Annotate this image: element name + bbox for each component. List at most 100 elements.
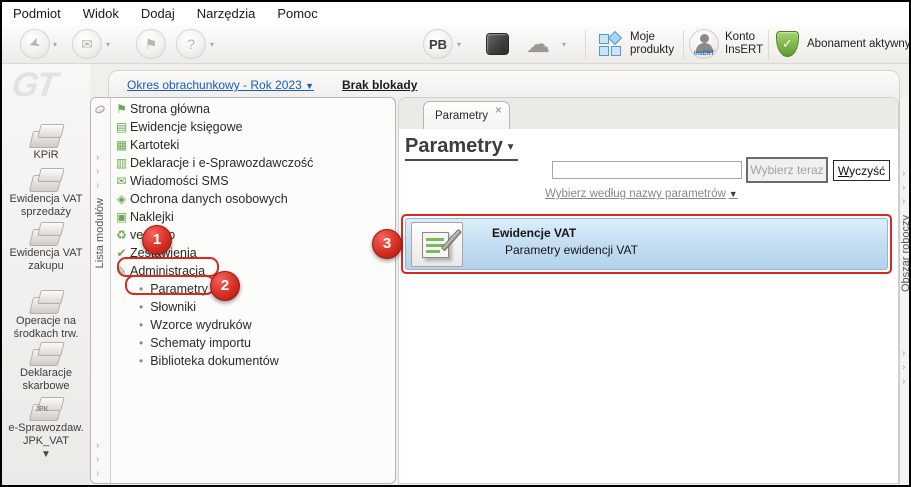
filter-dropdown-icon: ▼ bbox=[729, 189, 738, 199]
user-badge[interactable]: PB bbox=[423, 29, 453, 59]
module-ewidencja-vat-zakupu[interactable]: Ewidencja VAT zakupu bbox=[2, 220, 90, 273]
tree-item-vendero[interactable]: ♻vendero bbox=[113, 226, 175, 244]
tree-item-administracja[interactable]: ✎Administracja bbox=[113, 262, 205, 280]
menu-bar: PodmiotWidokDodajNarzędziaPomoc bbox=[2, 2, 909, 26]
gt-logo: GT bbox=[9, 66, 58, 105]
user-dropdown-icon[interactable]: ▾ bbox=[457, 40, 461, 49]
chevron-icon: › bbox=[96, 441, 99, 451]
menu-widok[interactable]: Widok bbox=[72, 2, 130, 25]
chevron-icon: › bbox=[96, 153, 99, 163]
toolbar-separator bbox=[585, 30, 586, 60]
insert-avatar-caption: InsERT bbox=[690, 51, 718, 57]
obszar-roboczy-strip[interactable]: › › › Obszar roboczy › › › bbox=[899, 97, 911, 484]
chevron-icon: › bbox=[96, 181, 99, 191]
tree-item-naklejki[interactable]: ▣Naklejki bbox=[113, 208, 174, 226]
chevron-icon: › bbox=[902, 349, 905, 359]
reports-icon: ✔ bbox=[113, 244, 130, 262]
result-ewidencje-vat[interactable]: Ewidencje VAT Parametry ewidencji VAT bbox=[405, 218, 888, 270]
cloud-dropdown-icon[interactable]: ▾ bbox=[562, 40, 566, 49]
labels-icon: ▣ bbox=[113, 208, 130, 226]
envelope-icon[interactable]: ✉ bbox=[72, 29, 102, 59]
chevron-icon: › bbox=[902, 183, 905, 193]
tree-item-ochrona-danych[interactable]: ◈Ochrona danych osobowych bbox=[113, 190, 288, 208]
okres-obrachunkowy-link[interactable]: Okres obrachunkowy - Rok 2023 ▼ bbox=[127, 78, 314, 92]
vendero-icon: ♻ bbox=[113, 226, 130, 244]
obszar-roboczy-label: Obszar roboczy bbox=[900, 215, 911, 292]
tree-item-parametry[interactable]: Parametry bbox=[139, 280, 208, 298]
ledger-icon: ▤ bbox=[113, 118, 130, 136]
pin-icon[interactable] bbox=[94, 104, 106, 115]
help-dropdown-icon[interactable]: ▾ bbox=[210, 40, 214, 49]
result-subtitle: Parametry ewidencji VAT bbox=[505, 243, 638, 257]
jpk-icon: JPK bbox=[27, 395, 65, 421]
tab-parametry[interactable]: Parametry bbox=[423, 101, 510, 130]
tree-item-deklaracje[interactable]: ▥Deklaracje i e-Sprawozdawczość bbox=[113, 154, 313, 172]
tree-item-zestawienia[interactable]: ✔Zestawienia bbox=[113, 244, 197, 262]
okres-dropdown-icon: ▼ bbox=[305, 81, 314, 91]
cube-icon[interactable] bbox=[486, 33, 509, 55]
module-kpir[interactable]: KPiR bbox=[2, 122, 90, 162]
chevron-icon: › bbox=[96, 455, 99, 465]
menu-pomoc[interactable]: Pomoc bbox=[266, 2, 328, 25]
data-shield-icon: ◈ bbox=[113, 190, 130, 208]
menu-podmiot[interactable]: Podmiot bbox=[2, 2, 72, 25]
tree-item-kartoteki[interactable]: ▦Kartoteki bbox=[113, 136, 179, 154]
app-window: PodmiotWidokDodajNarzędziaPomoc ➤ ▾ ✉ ▾ … bbox=[0, 0, 911, 487]
tree-item-ewidencje-ksiegowe[interactable]: ▤Ewidencje księgowe bbox=[113, 118, 243, 136]
abonament-label: Abonament aktywny bbox=[807, 38, 911, 51]
title-dropdown-icon: ▼ bbox=[503, 142, 516, 153]
chevron-icon: › bbox=[902, 169, 905, 179]
lista-modulow-strip[interactable]: › › › Lista modułów › › › bbox=[91, 98, 111, 483]
konto-insert-label[interactable]: Konto InsERT bbox=[725, 31, 771, 57]
wyczysc-button[interactable]: Wyczyść bbox=[833, 160, 890, 181]
declarations-icon: ▥ bbox=[113, 154, 130, 172]
toolbar: ➤ ▾ ✉ ▾ ⚑ ? ▾ PB ▾ ☁ ▾ Moje produkty Ins… bbox=[2, 26, 909, 64]
cloud-icon[interactable]: ☁ bbox=[526, 30, 550, 59]
module-ewidencja-vat-sprzedazy[interactable]: Ewidencja VAT sprzedaży bbox=[2, 166, 90, 219]
deklaracje-skarbowe-icon bbox=[27, 340, 65, 366]
flag-tool-icon[interactable]: ⚑ bbox=[136, 29, 166, 59]
lista-modulow-label: Lista modułów bbox=[94, 198, 106, 268]
konto-insert-avatar[interactable]: InsERT bbox=[689, 29, 719, 59]
chevron-icon: › bbox=[96, 469, 99, 479]
tree-item-strona-glowna[interactable]: ⚑Strona główna bbox=[113, 100, 210, 118]
admin-pencil-icon: ✎ bbox=[113, 262, 130, 280]
wybierz-teraz-button[interactable]: Wybierz teraz bbox=[746, 157, 828, 183]
module-sidebar: GT KPiR Ewidencja VAT sprzedaży Ewidencj… bbox=[2, 64, 90, 485]
pointer-arrow-icon[interactable]: ➤ bbox=[20, 29, 50, 59]
sms-icon: ✉ bbox=[113, 172, 130, 190]
ewidencje-vat-note-icon bbox=[411, 222, 463, 267]
module-esprawozdawczosc-jpk[interactable]: JPK e-Sprawozdaw. JPK_VAT bbox=[2, 395, 90, 448]
tree-item-schematy-importu[interactable]: Schematy importu bbox=[139, 334, 251, 352]
tree-item-slowniki[interactable]: Słowniki bbox=[139, 298, 196, 316]
toolbar-separator bbox=[768, 30, 769, 60]
context-bar: Okres obrachunkowy - Rok 2023 ▼ Brak blo… bbox=[108, 70, 900, 98]
menu-narzedzia[interactable]: Narzędzia bbox=[186, 2, 267, 25]
filter-by-name-link[interactable]: Wybierz według nazwy parametrów▼ bbox=[545, 188, 738, 200]
chevron-icon: › bbox=[902, 197, 905, 207]
vat-zakupu-icon bbox=[27, 220, 65, 246]
brak-blokady-link[interactable]: Brak blokady bbox=[342, 78, 417, 92]
menu-dodaj[interactable]: Dodaj bbox=[130, 2, 186, 25]
tree-item-wzorce-wydrukow[interactable]: Wzorce wydruków bbox=[139, 316, 252, 334]
abonament-shield-icon[interactable]: ✓ bbox=[776, 31, 799, 57]
moje-produkty-label[interactable]: Moje produkty bbox=[630, 31, 682, 57]
page-title[interactable]: Parametry ▼ bbox=[405, 135, 518, 161]
module-operacje-srodki-trwale[interactable]: Operacje na środkach trw. bbox=[2, 288, 90, 341]
envelope-dropdown-icon[interactable]: ▾ bbox=[106, 40, 110, 49]
home-flag-icon: ⚑ bbox=[113, 100, 130, 118]
card-index-icon: ▦ bbox=[113, 136, 130, 154]
module-deklaracje-skarbowe[interactable]: Deklaracje skarbowe bbox=[2, 340, 90, 393]
tree-item-wiadomosci-sms[interactable]: ✉Wiadomości SMS bbox=[113, 172, 229, 190]
search-input[interactable] bbox=[552, 161, 742, 179]
tab-close-icon[interactable] bbox=[495, 103, 502, 117]
help-bubble-icon[interactable]: ? bbox=[176, 29, 206, 59]
sidebar-scroll-down-icon[interactable]: ▼ bbox=[2, 449, 90, 460]
pointer-arrow-dropdown-icon[interactable]: ▾ bbox=[53, 40, 57, 49]
module-tree-panel: › › › Lista modułów › › › ⚑Strona główna… bbox=[90, 97, 396, 484]
tree-item-biblioteka-dokumentow[interactable]: Biblioteka dokumentów bbox=[139, 352, 279, 370]
moje-produkty-icon[interactable] bbox=[599, 33, 623, 57]
result-title: Ewidencje VAT bbox=[492, 226, 576, 240]
chevron-icon: › bbox=[902, 377, 905, 387]
toolbar-separator bbox=[683, 30, 684, 60]
